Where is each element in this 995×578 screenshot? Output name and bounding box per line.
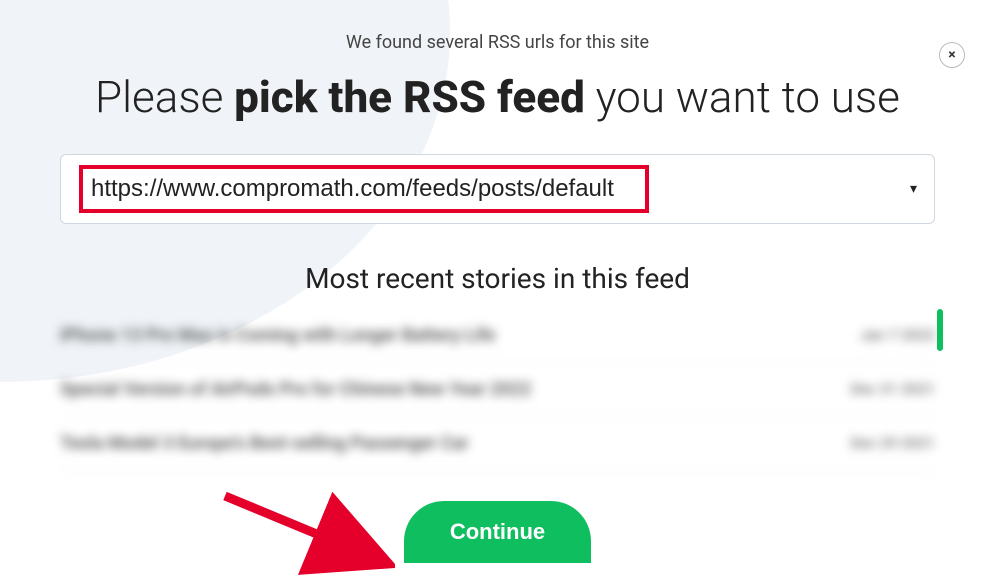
close-button[interactable]: × — [939, 42, 965, 68]
story-title: Tesla Model 3 Europe's Best-selling Pass… — [60, 433, 469, 454]
feed-url-select-wrap: https://www.compromath.com/feeds/posts/d… — [60, 154, 935, 224]
story-date: Dec 29 2021 — [850, 434, 935, 452]
list-item[interactable]: Special Version of AirPods Pro for Chine… — [60, 363, 935, 417]
title-post: you want to use — [585, 71, 900, 123]
feed-url-select[interactable]: https://www.compromath.com/feeds/posts/d… — [60, 154, 935, 224]
continue-label: Continue — [450, 519, 545, 544]
close-icon: × — [948, 47, 955, 63]
title-bold: pick the RSS feed — [234, 71, 585, 123]
list-item[interactable]: iPhone 13 Pro Max is Coming with Longer … — [60, 309, 935, 363]
story-title: Special Version of AirPods Pro for Chine… — [60, 379, 531, 400]
continue-button[interactable]: Continue — [404, 501, 591, 563]
story-date: Jan 7 2022 — [860, 326, 935, 344]
story-title: iPhone 13 Pro Max is Coming with Longer … — [60, 325, 495, 346]
feed-list-title: Most recent stories in this feed — [0, 262, 995, 295]
subtitle-text: We found several RSS urls for this site — [0, 32, 995, 53]
list-item[interactable]: Tesla Model 3 Europe's Best-selling Pass… — [60, 417, 935, 471]
title-pre: Please — [95, 71, 234, 123]
story-date: Dec 31 2021 — [850, 380, 935, 398]
page-title: Please pick the RSS feed you want to use — [60, 71, 935, 124]
scrollbar-handle[interactable] — [937, 309, 943, 351]
feed-list: iPhone 13 Pro Max is Coming with Longer … — [60, 309, 935, 471]
